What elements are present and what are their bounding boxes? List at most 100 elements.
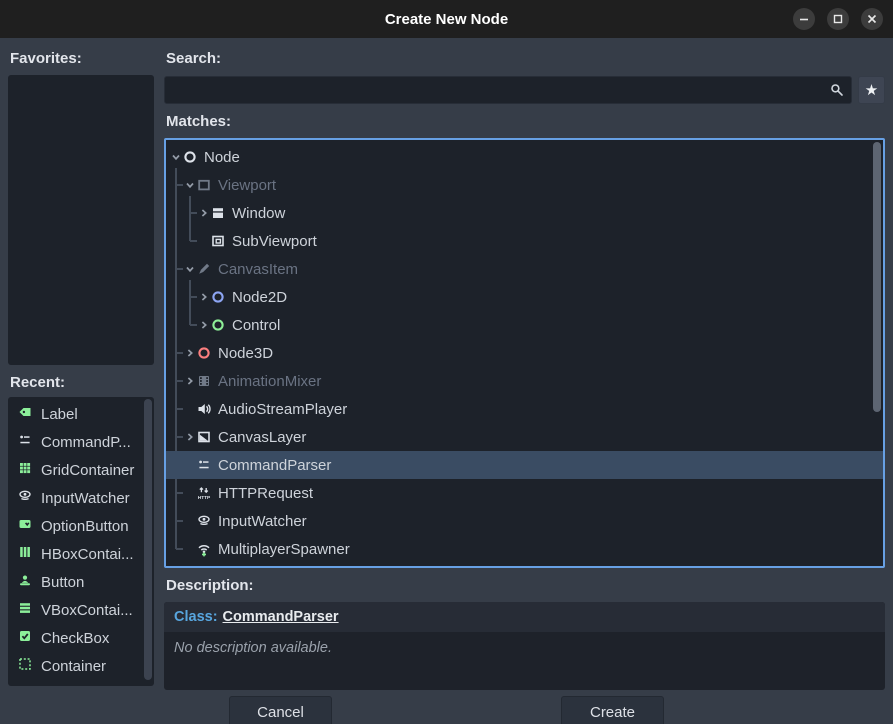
chevron-right-icon[interactable] (184, 375, 196, 387)
recent-item-button[interactable]: Button (8, 568, 154, 596)
animationmixer-icon (196, 373, 212, 389)
tree-item-label: InputWatcher (218, 512, 307, 530)
tree-item-label: SubViewport (232, 232, 317, 250)
favorites-label: Favorites: (10, 50, 82, 67)
recent-item-commandp[interactable]: CommandP... (8, 428, 154, 456)
minimize-button[interactable] (793, 8, 815, 30)
tree-scrollbar[interactable] (873, 142, 881, 412)
recent-item-label[interactable]: Label (8, 400, 154, 428)
recent-item-container[interactable]: Container (8, 652, 154, 680)
checkbox-icon (17, 628, 33, 648)
tree-item-canvaslayer[interactable]: CanvasLayer (166, 423, 883, 451)
tree-item-label: Window (232, 204, 286, 222)
chevron-down-icon[interactable] (170, 151, 182, 163)
matches-label: Matches: (166, 113, 232, 130)
tree-item-control[interactable]: Control (166, 311, 883, 339)
maximize-icon (833, 14, 843, 24)
tree-item-label: AudioStreamPlayer (218, 400, 348, 418)
description-box: Class: CommandParser No description avail… (164, 602, 885, 690)
create-button[interactable]: Create (561, 696, 664, 724)
tree-item-subviewport[interactable]: SubViewport (166, 227, 883, 255)
class-label: Class: (174, 609, 218, 625)
tree-item-label: Node2D (232, 288, 288, 306)
button-icon (17, 572, 33, 592)
window-icon (210, 205, 226, 221)
multiplayerspawner-icon (196, 541, 212, 557)
httprequest-icon: HTTP (196, 485, 212, 501)
close-button[interactable] (861, 8, 883, 30)
commandparser-icon (196, 457, 212, 473)
subviewport-icon (210, 233, 226, 249)
tree-item-multiplayerspawner[interactable]: MultiplayerSpawner (166, 535, 883, 563)
chevron-down-icon[interactable] (184, 263, 196, 275)
recent-item-label: Button (41, 573, 85, 591)
tree-item-label: HTTPRequest (218, 484, 314, 502)
tree-item-window[interactable]: Window (166, 199, 883, 227)
tree-item-label: CommandParser (218, 456, 332, 474)
gridcontainer-icon (17, 460, 33, 480)
chevron-right-icon[interactable] (184, 347, 196, 359)
favorite-toggle-button[interactable]: ★ (858, 76, 885, 104)
tree-item-label: Node3D (218, 344, 274, 362)
tree-item-node3d[interactable]: Node3D (166, 339, 883, 367)
optionbutton-icon (17, 516, 33, 536)
cancel-button[interactable]: Cancel (229, 696, 332, 724)
left-column: Favorites: Recent: Label CommandP... GridC… (8, 38, 154, 724)
chevron-right-icon[interactable] (198, 207, 210, 219)
recent-item-optionbutton[interactable]: OptionButton (8, 512, 154, 540)
window-controls (793, 8, 883, 30)
tree-item-label: Node (204, 148, 240, 166)
recent-item-label: InputWatcher (41, 489, 130, 507)
recent-item-hboxcontai[interactable]: HBoxContai... (8, 540, 154, 568)
node3d-icon (196, 345, 212, 361)
tree-item-label: AnimationMixer (218, 372, 322, 390)
class-name-link[interactable]: CommandParser (223, 609, 339, 625)
tree-item-node2d[interactable]: Node2D (166, 283, 883, 311)
chevron-right-icon[interactable] (184, 431, 196, 443)
recent-label: Recent: (10, 374, 66, 391)
tree-item-canvasitem[interactable]: CanvasItem (166, 255, 883, 283)
tree-item-commandparser[interactable]: CommandParser (166, 451, 883, 479)
recent-item-vboxcontai[interactable]: VBoxContai... (8, 596, 154, 624)
close-icon (867, 14, 877, 24)
recent-item-label: CheckBox (41, 629, 110, 647)
titlebar: Create New Node (0, 0, 893, 38)
tree-item-label: Viewport (218, 176, 277, 194)
tree-item-audiostreamplayer[interactable]: AudioStreamPlayer (166, 395, 883, 423)
search-input[interactable] (164, 76, 852, 104)
tree-item-animationmixer[interactable]: AnimationMixer (166, 367, 883, 395)
recent-item-label: Container (41, 657, 107, 675)
recent-item-label: CommandP... (41, 433, 131, 451)
description-text: No description available. (174, 640, 332, 656)
recent-item-inputwatcher[interactable]: InputWatcher (8, 484, 154, 512)
recent-item-label: OptionButton (41, 517, 129, 535)
minimize-icon (799, 14, 809, 24)
search-row: ★ (164, 76, 885, 104)
recent-item-gridcontainer[interactable]: GridContainer (8, 456, 154, 484)
tree-item-httprequest[interactable]: HTTP HTTPRequest (166, 479, 883, 507)
viewport-icon (196, 177, 212, 193)
matches-tree[interactable]: Node Viewport Window SubViewport CanvasItem N… (164, 138, 885, 568)
tree-item-inputwatcher[interactable]: InputWatcher (166, 507, 883, 535)
description-class-row: Class: CommandParser (164, 602, 885, 632)
dialog-body: Favorites: Recent: Label CommandP... GridC… (0, 38, 893, 724)
canvaslayer-icon (196, 429, 212, 445)
chevron-right-icon[interactable] (198, 291, 210, 303)
hboxcontainer-icon (17, 544, 33, 564)
chevron-right-icon[interactable] (198, 319, 210, 331)
commandparser-icon (17, 432, 33, 452)
recent-item-label: VBoxContai... (41, 601, 133, 619)
recent-scrollbar[interactable] (144, 399, 152, 680)
recent-panel[interactable]: Label CommandP... GridContainer InputWatche… (8, 397, 154, 686)
search-label: Search: (166, 50, 222, 67)
maximize-button[interactable] (827, 8, 849, 30)
tree-item-node[interactable]: Node (166, 143, 883, 171)
favorites-panel[interactable] (8, 75, 154, 365)
recent-item-checkbox[interactable]: CheckBox (8, 624, 154, 652)
canvasitem-icon (196, 261, 212, 277)
control-icon (210, 317, 226, 333)
tree-item-viewport[interactable]: Viewport (166, 171, 883, 199)
chevron-down-icon[interactable] (184, 179, 196, 191)
inputwatcher-icon (196, 513, 212, 529)
vboxcontainer-icon (17, 600, 33, 620)
